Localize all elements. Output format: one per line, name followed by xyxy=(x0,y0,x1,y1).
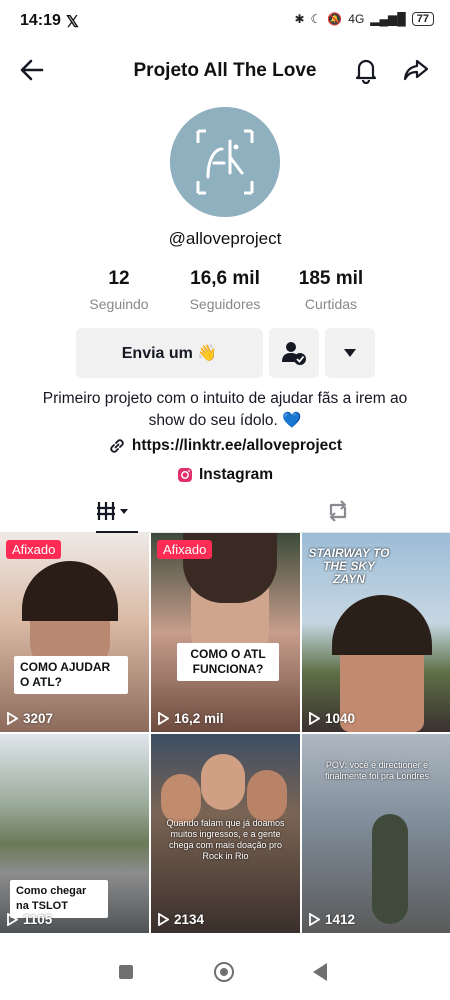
play-icon xyxy=(158,913,169,926)
profile-link[interactable]: https://linktr.ee/alloveproject xyxy=(0,437,450,455)
view-count-value: 16,2 mil xyxy=(174,711,224,726)
message-button[interactable]: Envia um 👋 xyxy=(76,328,263,378)
status-time: 14:19 xyxy=(20,12,61,29)
repost-icon xyxy=(329,500,346,522)
video-overlay-text: POV: você é directioner e finalmente foi… xyxy=(324,760,430,781)
play-icon xyxy=(158,712,169,725)
view-count: 16,2 mil xyxy=(158,711,224,726)
video-caption: COMO O ATL FUNCIONA? xyxy=(177,643,279,681)
recents-button[interactable] xyxy=(119,965,133,979)
view-count-value: 1040 xyxy=(325,711,356,726)
stat-label: Curtidas xyxy=(304,296,358,312)
stat-label: Seguidores xyxy=(189,296,261,312)
view-count-value: 2134 xyxy=(174,912,205,927)
stat-value: 185 mil xyxy=(298,268,364,289)
more-options-button[interactable] xyxy=(325,328,375,378)
view-count-value: 3207 xyxy=(23,711,54,726)
profile-stats: 12 Seguindo 16,6 mil Seguidores 185 mil … xyxy=(0,268,450,318)
video-thumbnail[interactable]: Afixado COMO O ATL FUNCIONA? 16,2 mil xyxy=(151,533,300,732)
bell-icon[interactable] xyxy=(352,56,380,84)
avatar[interactable] xyxy=(170,107,280,217)
share-icon[interactable] xyxy=(402,56,430,84)
home-button[interactable] xyxy=(214,962,234,982)
profile-handle: @alloveproject xyxy=(168,229,282,248)
pinned-badge: Afixado xyxy=(157,540,213,559)
followed-user-button[interactable] xyxy=(269,328,319,378)
person-figure xyxy=(161,774,201,824)
profile-header: Projeto All The Love xyxy=(0,48,450,92)
status-icons: ✱ ☾ 🔕 4G ▂▄▆█ 77 xyxy=(294,12,434,26)
moon-icon: ☾ xyxy=(310,12,322,26)
link-text: https://linktr.ee/alloveproject xyxy=(131,437,343,454)
x-app-icon: 𝕏 xyxy=(66,14,79,31)
stat-label: Seguindo xyxy=(89,296,149,312)
stat-value: 16,6 mil xyxy=(190,268,260,289)
video-overlay-text: STAIRWAY TO THE SKY ZAYN xyxy=(308,546,390,586)
play-icon xyxy=(7,913,18,926)
tab-videos[interactable] xyxy=(0,490,225,533)
instagram-icon xyxy=(177,468,192,482)
system-nav-bar xyxy=(0,943,450,1000)
video-thumbnail[interactable]: STAIRWAY TO THE SKY ZAYN 1040 xyxy=(302,533,450,732)
instagram-link[interactable]: Instagram xyxy=(0,466,450,484)
link-icon xyxy=(110,439,124,453)
tab-reposts[interactable] xyxy=(225,490,450,532)
view-count: 2134 xyxy=(158,912,204,927)
video-grid: Afixado COMO AJUDAR O ATL? 3207 Afixado … xyxy=(0,533,450,943)
mute-icon: 🔕 xyxy=(327,12,343,26)
stat-following[interactable]: 12 Seguindo xyxy=(64,268,174,312)
video-overlay-text: Quando falam que já doamos muitos ingres… xyxy=(166,818,285,861)
play-icon xyxy=(7,712,18,725)
caret-down-icon xyxy=(344,349,356,357)
view-count-value: 1412 xyxy=(325,912,356,927)
view-count: 1105 xyxy=(7,912,52,927)
pinned-badge: Afixado xyxy=(6,540,62,559)
person-figure xyxy=(247,770,287,822)
back-button[interactable] xyxy=(313,963,327,981)
view-count: 3207 xyxy=(7,711,53,726)
grid-icon xyxy=(96,502,128,520)
stat-value: 12 xyxy=(108,268,130,289)
video-thumbnail[interactable]: Afixado COMO AJUDAR O ATL? 3207 xyxy=(0,533,149,732)
play-icon xyxy=(309,712,320,725)
view-count-value: 1105 xyxy=(23,912,53,927)
page-title: Projeto All The Love xyxy=(133,60,317,81)
content-tabs xyxy=(0,490,450,533)
signal-label: 4G xyxy=(348,12,365,26)
battery-icon: 77 xyxy=(411,12,434,26)
user-check-icon xyxy=(282,342,306,365)
video-thumbnail[interactable]: Quando falam que já doamos muitos ingres… xyxy=(151,734,300,933)
person-figure xyxy=(201,754,245,810)
profile-bio: Primeiro projeto com o intuito de ajudar… xyxy=(42,390,408,429)
video-thumbnail[interactable]: Como chegar na TSLOT 1105 xyxy=(0,734,149,933)
stat-likes[interactable]: 185 mil Curtidas xyxy=(276,268,386,312)
atl-logo-icon xyxy=(170,107,280,217)
status-bar: 14:19 𝕏 ✱ ☾ 🔕 4G ▂▄▆█ 77 xyxy=(0,0,450,44)
bluetooth-icon: ✱ xyxy=(294,12,305,26)
stat-followers[interactable]: 16,6 mil Seguidores xyxy=(170,268,280,312)
view-count: 1040 xyxy=(309,711,355,726)
video-thumbnail[interactable]: POV: você é directioner e finalmente foi… xyxy=(302,734,450,933)
person-figure xyxy=(372,814,408,924)
view-count: 1412 xyxy=(309,912,355,927)
play-icon xyxy=(309,913,320,926)
instagram-label: Instagram xyxy=(198,466,274,483)
signal-icon: ▂▄▆█ xyxy=(370,12,406,26)
video-caption: COMO AJUDAR O ATL? xyxy=(14,656,128,694)
